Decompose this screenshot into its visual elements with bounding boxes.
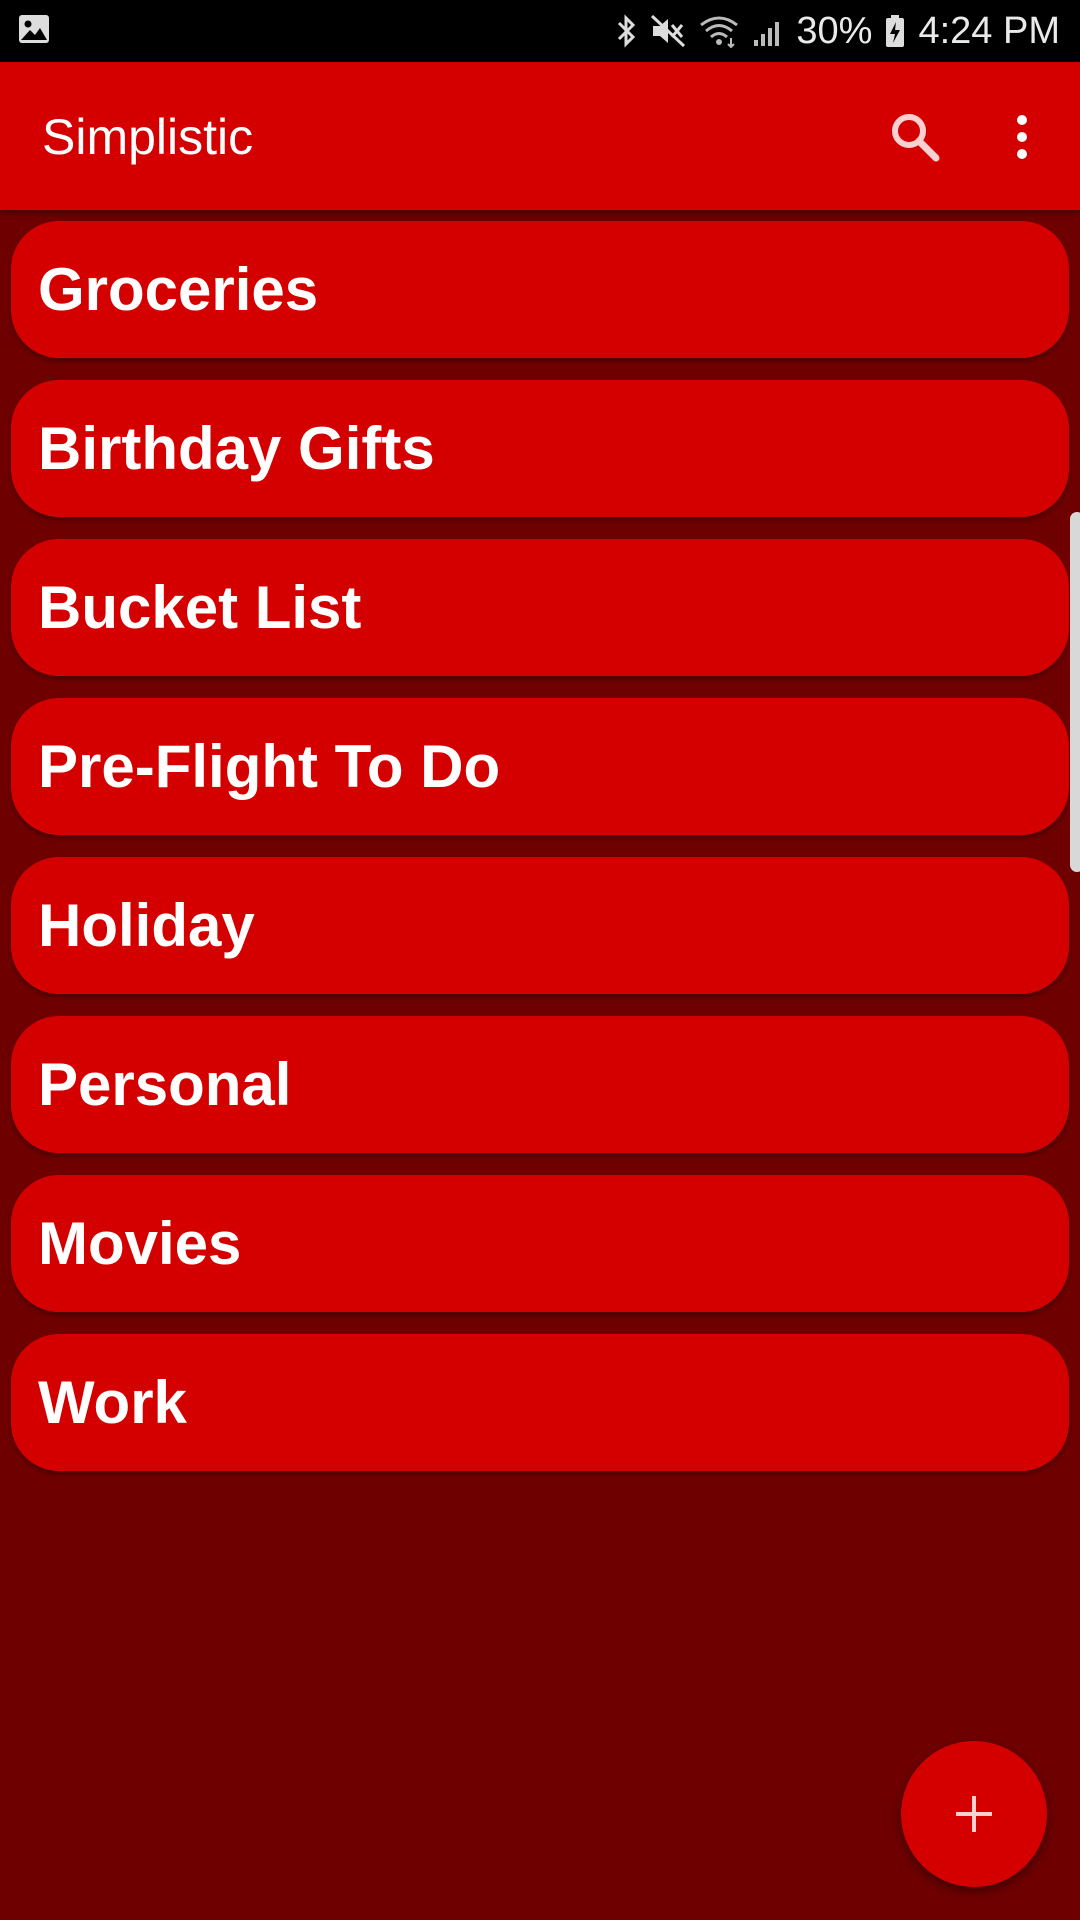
- search-icon: [892, 114, 940, 162]
- list-item-personal[interactable]: Personal: [11, 1016, 1069, 1153]
- list-item-birthday-gifts[interactable]: Birthday Gifts: [11, 380, 1069, 517]
- list-item-label: Work: [38, 1368, 187, 1436]
- scrollbar-handle[interactable]: [1070, 512, 1080, 872]
- plus-icon: [956, 1796, 992, 1832]
- bluetooth-icon: [616, 14, 638, 48]
- app-bar: Simplistic: [0, 62, 1080, 210]
- list-item-label: Personal: [38, 1050, 292, 1118]
- gallery-notification-icon: [18, 14, 50, 49]
- battery-percent: 30%: [796, 9, 873, 52]
- list-item-work[interactable]: Work: [11, 1334, 1069, 1471]
- list-item-bucket-list[interactable]: Bucket List: [11, 539, 1069, 676]
- lists-container: Groceries Birthday Gifts Bucket List Pre…: [11, 221, 1069, 1493]
- list-item-label: Pre-Flight To Do: [38, 732, 501, 800]
- list-item-label: Birthday Gifts: [38, 414, 435, 482]
- list-item-pre-flight-to-do[interactable]: Pre-Flight To Do: [11, 698, 1069, 835]
- more-vert-icon: [1017, 115, 1027, 159]
- battery-charging-icon: [884, 14, 906, 48]
- list-item-label: Groceries: [38, 255, 319, 323]
- list-item-label: Holiday: [38, 891, 255, 959]
- list-item-label: Movies: [38, 1209, 242, 1277]
- mute-icon: [650, 14, 686, 48]
- list-item-label: Bucket List: [38, 573, 362, 641]
- search-button[interactable]: [880, 102, 950, 172]
- list-item-movies[interactable]: Movies: [11, 1175, 1069, 1312]
- list-item-groceries[interactable]: Groceries: [11, 221, 1069, 358]
- overflow-menu-button[interactable]: [1000, 102, 1044, 172]
- list-item-holiday[interactable]: Holiday: [11, 857, 1069, 994]
- signal-icon: [752, 14, 784, 48]
- wifi-icon: [698, 14, 740, 48]
- add-list-button[interactable]: [901, 1741, 1047, 1887]
- clock: 4:24 PM: [918, 9, 1060, 52]
- status-bar: 30% 4:24 PM: [0, 0, 1080, 62]
- app-title: Simplistic: [42, 109, 254, 165]
